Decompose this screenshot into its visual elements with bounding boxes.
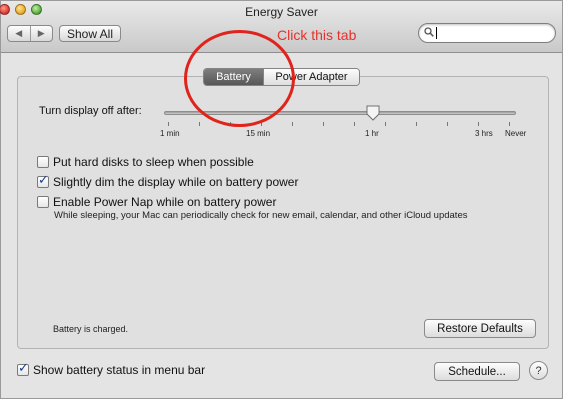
tick-label-1-hr: 1 hr bbox=[365, 129, 379, 138]
checkbox-show-battery-status[interactable] bbox=[17, 361, 29, 376]
slider-thumb[interactable] bbox=[366, 105, 380, 121]
back-arrow-icon[interactable]: ◀ bbox=[8, 26, 30, 41]
schedule-button[interactable]: Schedule... bbox=[434, 362, 520, 381]
checkbox-dim-display[interactable] bbox=[37, 173, 49, 188]
option-dim-display[interactable]: Slightly dim the display while on batter… bbox=[37, 173, 299, 189]
energy-saver-window: Energy Saver ◀ ▶ Show All Click this tab… bbox=[0, 0, 563, 399]
option-hard-disk-sleep[interactable]: Put hard disks to sleep when possible bbox=[37, 155, 254, 169]
slider-tick bbox=[292, 122, 293, 126]
slider-tick bbox=[354, 122, 355, 126]
tab-battery[interactable]: Battery bbox=[204, 69, 263, 85]
slider-tick bbox=[478, 122, 479, 126]
checkbox-power-nap[interactable] bbox=[37, 196, 49, 208]
tick-label-never: Never bbox=[505, 129, 527, 138]
show-battery-status-option[interactable]: Show battery status in menu bar bbox=[17, 361, 206, 377]
battery-status-text: Battery is charged. bbox=[53, 324, 129, 334]
search-field[interactable] bbox=[418, 23, 556, 43]
show-battery-status-label: Show battery status in menu bar bbox=[33, 363, 206, 377]
annotation-text: Click this tab bbox=[277, 27, 357, 43]
search-icon bbox=[424, 27, 434, 37]
slider-tick bbox=[509, 122, 510, 126]
history-nav: ◀ ▶ bbox=[7, 25, 53, 42]
text-cursor bbox=[436, 27, 437, 39]
checkbox-hard-disk-sleep[interactable] bbox=[37, 156, 49, 168]
option-label: Slightly dim the display while on batter… bbox=[53, 175, 299, 189]
help-button[interactable]: ? bbox=[529, 361, 548, 380]
slider-tick bbox=[416, 122, 417, 126]
tick-label-15-min: 15 min bbox=[246, 129, 271, 138]
window-title: Energy Saver bbox=[245, 5, 318, 19]
restore-defaults-button[interactable]: Restore Defaults bbox=[424, 319, 536, 338]
slider-tick bbox=[447, 122, 448, 126]
show-all-button[interactable]: Show All bbox=[59, 25, 121, 42]
display-sleep-label: Turn display off after: bbox=[39, 105, 142, 117]
option-label: Put hard disks to sleep when possible bbox=[53, 155, 254, 169]
power-nap-description: While sleeping, your Mac can periodicall… bbox=[54, 210, 468, 221]
display-sleep-slider[interactable] bbox=[164, 111, 516, 115]
slider-tick bbox=[323, 122, 324, 126]
option-power-nap[interactable]: Enable Power Nap while on battery power bbox=[37, 195, 276, 209]
tab-bar: Battery Power Adapter bbox=[203, 68, 360, 86]
slider-tick bbox=[261, 122, 262, 126]
slider-tick bbox=[199, 122, 200, 126]
slider-tick bbox=[385, 122, 386, 126]
forward-arrow-icon[interactable]: ▶ bbox=[29, 26, 53, 41]
tick-label-1-min: 1 min bbox=[160, 129, 180, 138]
slider-tick bbox=[230, 122, 231, 126]
option-label: Enable Power Nap while on battery power bbox=[53, 195, 277, 209]
tab-power-adapter[interactable]: Power Adapter bbox=[263, 69, 359, 85]
slider-tick bbox=[168, 122, 169, 126]
tick-label-3-hrs: 3 hrs bbox=[475, 129, 493, 138]
